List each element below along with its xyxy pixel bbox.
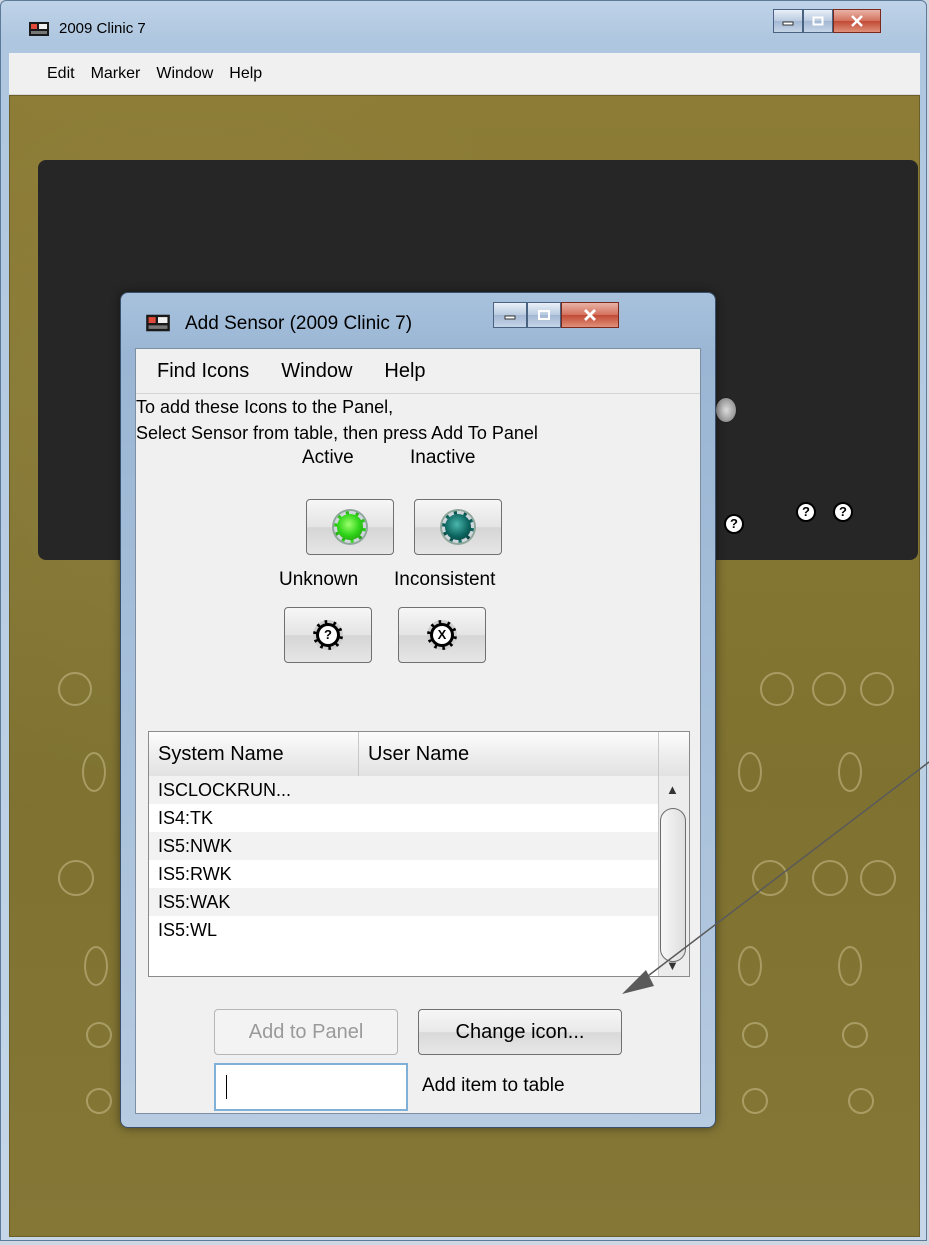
inactive-icon-button[interactable] [414,499,502,555]
background-bubble [760,672,794,706]
sensor-table: System Name User Name ISCLOCKRUN... IS4:… [148,731,690,977]
background-bubble [58,860,94,896]
background-bubble [738,946,762,986]
background-bubble [838,946,862,986]
background-bubble [812,672,846,706]
inconsistent-icon-button[interactable]: X [398,607,486,663]
background-bubble [84,946,108,986]
add-to-panel-button[interactable]: Add to Panel [214,1009,398,1055]
dialog-close-button[interactable] [561,302,619,328]
column-header-user-name[interactable]: User Name [359,732,659,776]
scroll-up-icon[interactable]: ▲ [666,782,679,797]
change-icon-button[interactable]: Change icon... [418,1009,622,1055]
minimize-icon [504,315,516,320]
dialog-maximize-button[interactable] [527,302,561,328]
add-sensor-dialog: Add Sensor (2009 Clinic 7) Find Icons Wi… [120,292,716,1128]
background-bubble [860,672,894,706]
background-bubble [86,1088,112,1114]
instruction-line-1: To add these Icons to the Panel, [136,397,394,417]
table-header: System Name User Name [149,732,689,777]
scroll-down-icon[interactable]: ▼ [666,958,679,973]
main-window-controls [773,9,881,33]
x-mark-icon: X [427,620,457,650]
menu-help[interactable]: Help [229,65,262,83]
dialog-menubar: Find Icons Window Help [136,349,700,394]
column-header-system-name[interactable]: System Name [149,732,359,776]
active-icon-button[interactable] [306,499,394,555]
inactive-led-icon [442,511,474,543]
close-icon [851,15,863,27]
unknown-label: Unknown [279,569,359,590]
table-row[interactable]: IS5:NWK [149,832,659,860]
menu-find-icons[interactable]: Find Icons [157,360,249,383]
table-row[interactable]: ISCLOCKRUN... [149,776,659,804]
main-window-title: 2009 Clinic 7 [59,20,146,37]
add-item-label: Add item to table [422,1075,565,1096]
background-bubble [58,672,92,706]
close-button[interactable] [833,9,881,33]
unknown-icon-button[interactable]: ? [284,607,372,663]
close-icon [584,309,596,321]
background-bubble [82,752,106,792]
question-mark-glyph: ? [319,626,337,644]
background-bubble [842,1022,868,1048]
dialog-body: Find Icons Window Help To add these Icon… [135,348,701,1114]
background-bubble [812,860,848,896]
background-bubble [86,1022,112,1048]
active-led-icon [334,511,366,543]
background-bubble [742,1022,768,1048]
background-bubble [752,860,788,896]
table-body: ISCLOCKRUN... IS4:TK IS5:NWK IS5:RWK IS5… [149,776,659,944]
inactive-label: Inactive [410,447,476,468]
scroll-thumb[interactable] [660,808,686,962]
table-row[interactable]: IS5:WL [149,916,659,944]
menu-help[interactable]: Help [384,360,425,383]
inconsistent-label: Inconsistent [394,569,496,590]
main-menubar: Edit Marker Window Help [9,53,920,95]
background-bubble [838,752,862,792]
app-icon [29,22,49,36]
question-mark-icon: ? [313,620,343,650]
table-scrollbar[interactable]: ▲ ▼ [658,776,689,976]
unknown-sensor-icon[interactable]: ? [724,514,744,534]
table-row[interactable]: IS5:RWK [149,860,659,888]
turnout-icon[interactable] [715,397,737,423]
minimize-button[interactable] [773,9,803,33]
table-row[interactable]: IS4:TK [149,804,659,832]
column-header-corner [659,732,689,776]
background-bubble [738,752,762,792]
menu-window[interactable]: Window [281,360,352,383]
dialog-window-controls [493,302,619,328]
table-row[interactable]: IS5:WAK [149,888,659,916]
unknown-sensor-icon[interactable]: ? [796,502,816,522]
dialog-title: Add Sensor (2009 Clinic 7) [185,313,413,334]
x-mark-glyph: X [433,626,451,644]
background-bubble [860,860,896,896]
instruction-line-2: Select Sensor from table, then press Add… [136,423,538,443]
active-label: Active [302,447,354,468]
minimize-icon [782,21,794,26]
background-bubble [848,1088,874,1114]
maximize-icon [812,16,824,26]
menu-edit[interactable]: Edit [47,65,75,83]
menu-window[interactable]: Window [156,65,213,83]
dialog-minimize-button[interactable] [493,302,527,328]
maximize-icon [538,310,550,320]
app-icon [146,314,170,332]
unknown-sensor-icon[interactable]: ? [833,502,853,522]
add-item-input[interactable] [214,1063,408,1111]
main-titlebar[interactable]: 2009 Clinic 7 [1,1,926,49]
background-bubble [742,1088,768,1114]
menu-marker[interactable]: Marker [91,65,141,83]
maximize-button[interactable] [803,9,833,33]
text-caret [226,1075,227,1099]
